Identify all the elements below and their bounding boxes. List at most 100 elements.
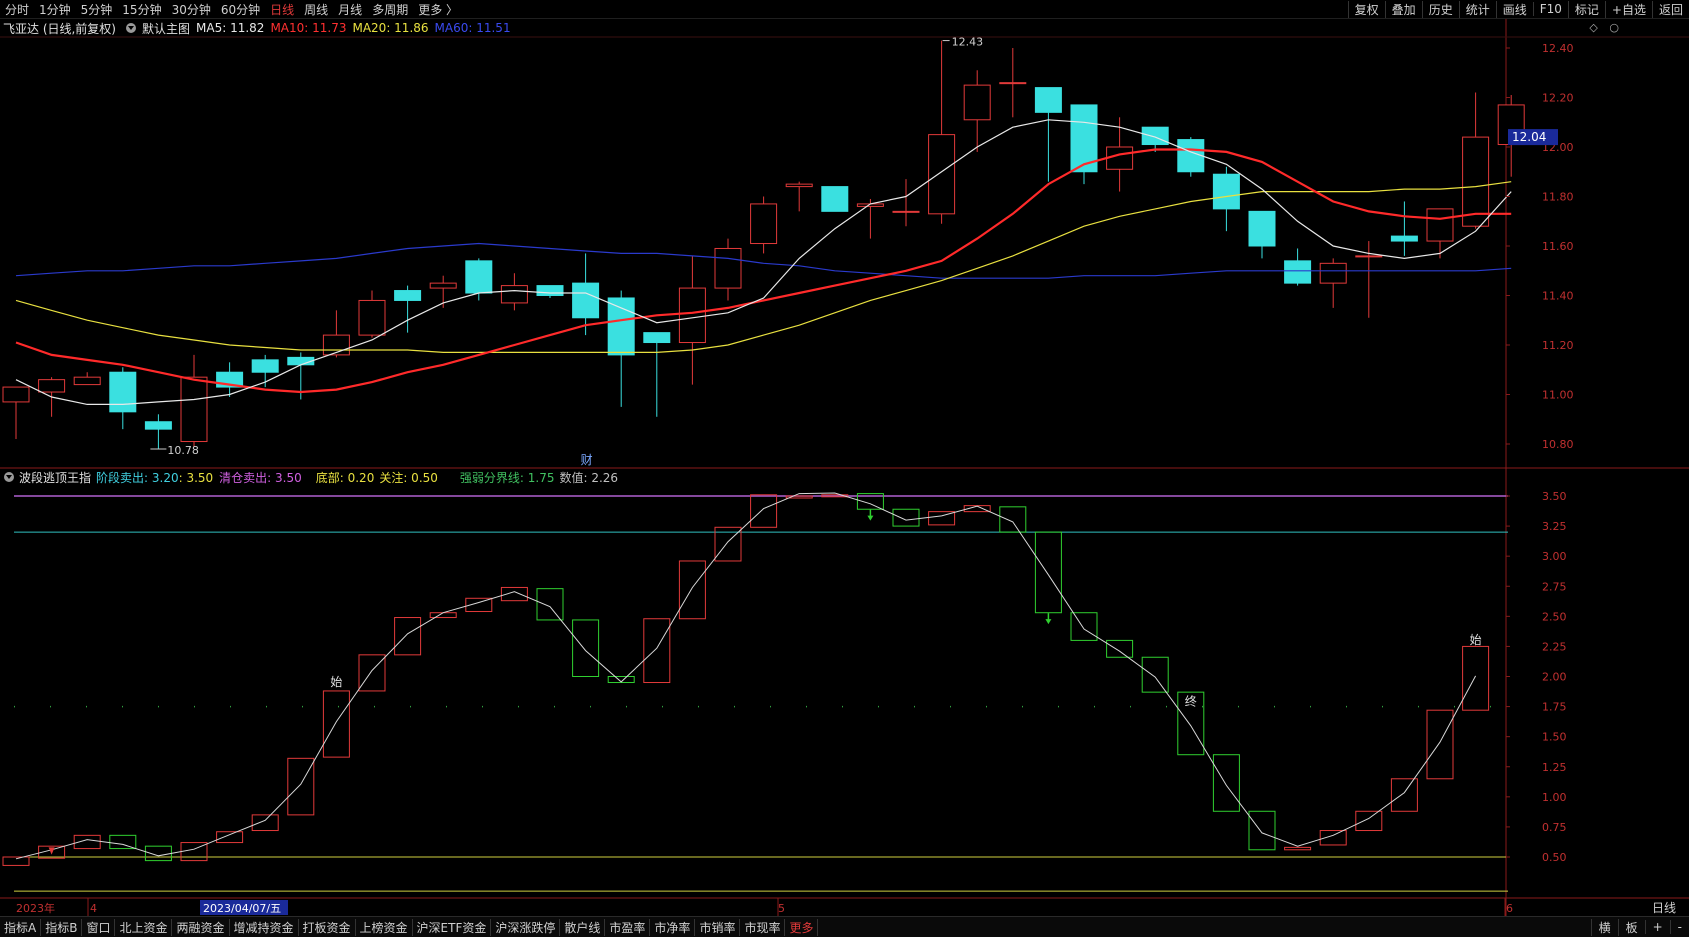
indicator-box — [1462, 645, 1490, 711]
end-marker: 终 — [1185, 693, 1197, 708]
statusbar-item-1[interactable]: 指标B — [41, 918, 83, 936]
ind-tick-label: 3.00 — [1542, 550, 1567, 563]
candle-body — [1212, 173, 1240, 210]
statusbar-right-1[interactable]: 板 — [1617, 918, 1645, 936]
candle-body — [109, 371, 137, 413]
candle-body — [607, 297, 635, 356]
statusbar-item-4[interactable]: 两融资金 — [172, 918, 230, 936]
indicator-box — [1212, 754, 1240, 812]
statusbar-item-3[interactable]: 北上资金 — [115, 918, 173, 936]
ind-tick-label: 0.50 — [1542, 851, 1567, 864]
price-candle — [1355, 241, 1383, 318]
candle-body — [963, 84, 991, 121]
statusbar-item-6[interactable]: 打板资金 — [299, 918, 356, 936]
indicator-box — [322, 690, 350, 758]
last-price-label: 12.04 — [1512, 130, 1546, 144]
candle-body — [714, 247, 742, 289]
annotations: 12.43 10.78 财始终 始 2023年 4 2023/04/07/五 5 6 日线 — [16, 36, 1676, 916]
price-candle — [1070, 104, 1098, 185]
statusbar-items: 指标A 指标B 窗口 北上资金 两融资金 增减持资金 打板资金 上榜资金 沪深ETF资金 沪深涨跌… — [0, 918, 819, 936]
statusbar-item-12[interactable]: 市净率 — [650, 918, 696, 936]
start-marker-1: 始 — [330, 675, 342, 689]
candle-body — [999, 82, 1027, 85]
candle-body — [1426, 208, 1454, 242]
start-marker-2: 始 — [1470, 633, 1482, 647]
candle-body — [394, 290, 422, 301]
price-candle — [714, 238, 742, 301]
candle-body — [928, 134, 956, 215]
statusbar-item-8[interactable]: 沪深ETF资金 — [413, 918, 492, 936]
indicator-box — [678, 560, 706, 620]
indicator-box — [394, 617, 422, 656]
candle-body — [1319, 262, 1347, 284]
indicator-box — [1034, 531, 1062, 614]
price-candle — [1248, 210, 1276, 259]
ind-tick-label: 1.25 — [1542, 761, 1567, 774]
price-tick-label: 11.40 — [1542, 290, 1574, 303]
statusbar-right: 横板 + - — [1590, 917, 1689, 937]
statusbar-item-9[interactable]: 沪深涨跌停 — [491, 918, 561, 936]
candle-body — [536, 285, 564, 297]
price-candle — [1177, 137, 1205, 177]
statusbar-right-2[interactable]: + — [1644, 920, 1670, 934]
candle-body — [1034, 87, 1062, 113]
candle-body — [358, 299, 386, 336]
chart-frame — [0, 19, 1689, 916]
statusbar-item-14[interactable]: 市现率 — [740, 918, 786, 936]
statusbar-item-7[interactable]: 上榜资金 — [356, 918, 413, 936]
candle-body — [643, 332, 671, 344]
price-candle — [643, 332, 671, 417]
price-candle — [1319, 258, 1347, 308]
statusbar-item-2[interactable]: 窗口 — [82, 918, 116, 936]
buy-arrow-icon — [48, 847, 55, 855]
indicator-box — [1390, 778, 1418, 812]
candle-body — [180, 376, 208, 443]
indicator-box — [999, 506, 1027, 533]
price-candle — [785, 181, 813, 212]
indicator-boxes — [2, 492, 1490, 866]
ind-tick-label: 1.50 — [1542, 731, 1567, 744]
period-label: 日线 — [1652, 901, 1676, 915]
low-price-label: 10.78 — [167, 444, 199, 457]
candle-body — [572, 282, 600, 319]
ind-tick-label: 2.50 — [1542, 610, 1567, 623]
date-month-5: 5 — [778, 902, 785, 915]
candle-body — [750, 203, 778, 245]
price-candle — [358, 290, 386, 338]
candle-body — [1284, 260, 1312, 284]
statusbar-item-10[interactable]: 散户线 — [560, 918, 606, 936]
indicator-box — [358, 654, 386, 692]
date-month-6: 6 — [1506, 902, 1513, 915]
candle-body — [678, 287, 706, 344]
statusbar-item-13[interactable]: 市销率 — [695, 918, 741, 936]
statusbar-item-5[interactable]: 增减持资金 — [230, 918, 299, 936]
indicator-box — [1070, 612, 1098, 641]
statusbar-item-11[interactable]: 市盈率 — [605, 918, 651, 936]
indicator-value-line — [15, 492, 1477, 860]
sell-arrow-head-icon — [1045, 619, 1052, 625]
sell-arrow-head-icon — [867, 515, 874, 521]
candle-body — [144, 421, 172, 430]
price-candle — [2, 386, 30, 440]
candle-body — [892, 210, 920, 213]
ind-tick-label: 3.25 — [1542, 520, 1567, 533]
price-candle — [73, 372, 101, 386]
price-candles — [2, 40, 1525, 449]
price-candle — [999, 48, 1027, 118]
bottom-statusbar: 指标A 指标B 窗口 北上资金 两融资金 增减持资金 打板资金 上榜资金 沪深ETF资金 沪深涨跌… — [0, 916, 1689, 937]
indicator-box — [287, 757, 315, 816]
candle-body — [500, 285, 528, 304]
statusbar-item-0[interactable]: 指标A — [0, 918, 42, 936]
finance-marker: 财 — [581, 453, 593, 467]
price-tick-label: 12.20 — [1542, 92, 1574, 105]
price-tick-label: 10.80 — [1542, 438, 1574, 451]
price-candle — [750, 196, 778, 254]
ind-tick-label: 2.25 — [1542, 640, 1567, 653]
statusbar-item-15[interactable]: 更多 — [785, 918, 819, 936]
price-candle — [1390, 201, 1418, 256]
statusbar-right-3[interactable]: - — [1669, 920, 1689, 934]
statusbar-right-0[interactable]: 横 — [1590, 918, 1618, 936]
indicator-box — [1284, 846, 1312, 851]
candle-body — [1141, 126, 1169, 146]
kline-chart[interactable]: 12.4012.2012.0011.8011.6011.4011.2011.00… — [0, 0, 1689, 916]
